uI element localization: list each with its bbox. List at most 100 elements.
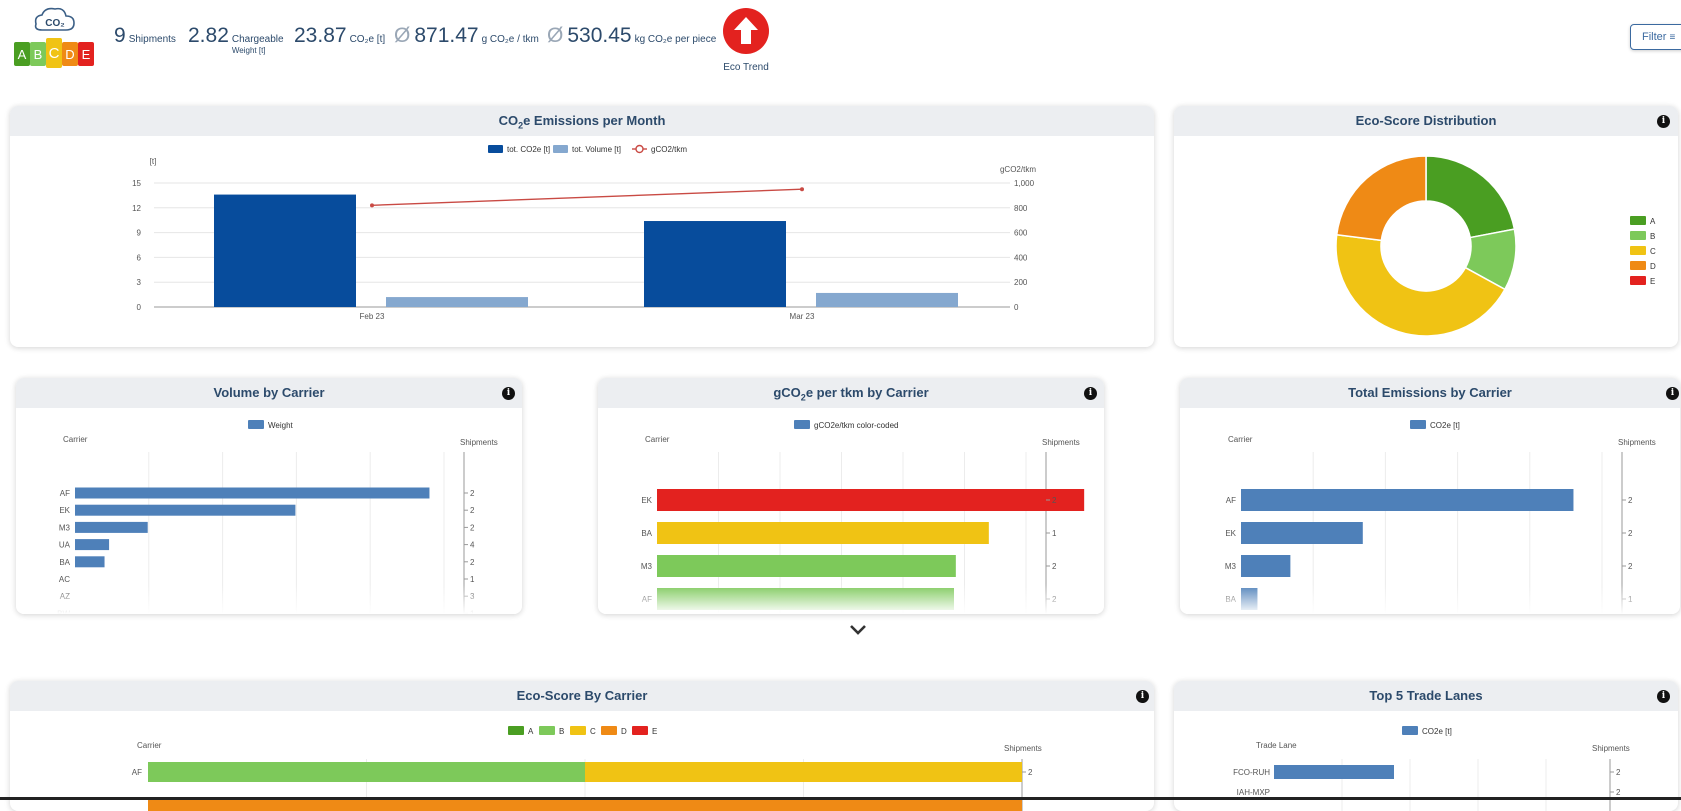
legend-swatch <box>1630 216 1646 225</box>
title-part: e per tkm by Carrier <box>805 385 929 400</box>
card-title: Eco-Score By Carrier <box>10 681 1154 711</box>
legend-label: CO2e [t] <box>1430 421 1460 430</box>
kpi-shipments: 9 Shipments <box>114 24 176 48</box>
y-tick-label: M3 <box>59 523 71 532</box>
legend-swatch <box>601 726 617 735</box>
title-part: e Emissions per Month <box>523 113 666 128</box>
legend-label: C <box>590 727 596 736</box>
bar-ek <box>75 504 296 516</box>
legend-swatch <box>1410 420 1426 429</box>
info-icon[interactable]: i <box>1657 115 1670 128</box>
bar-m3 <box>75 521 148 533</box>
chevron-down-icon[interactable] <box>848 620 868 640</box>
line-point <box>370 203 374 208</box>
shipments-count: 1 <box>470 575 475 584</box>
kpi-per-tkm-label: g CO₂e / tkm <box>481 34 539 45</box>
y-tick-label: M3 <box>1225 562 1237 571</box>
legend-label: D <box>621 727 627 736</box>
shipments-count: 2 <box>1052 562 1057 571</box>
kpi-chargeable-unit: Weight [t] <box>231 46 266 55</box>
legend-swatch <box>794 420 810 429</box>
shipments-count: 2 <box>1052 496 1057 505</box>
card-volume-by-carrier: Volume by Carrier i Weight Carrier Shipmen… <box>16 378 522 614</box>
kpi-header: CO₂ ABCDE 9 Shipments 2.82 Chargeable We… <box>0 0 1681 90</box>
info-icon[interactable]: i <box>1657 690 1670 703</box>
bar-volume <box>816 292 958 307</box>
logo-co2-text: CO₂ <box>45 18 64 29</box>
shipments-count: 2 <box>470 506 475 515</box>
bar-segment-c <box>585 762 1022 782</box>
legend-label: tot. CO2e [t] <box>507 145 550 154</box>
filter-button-label: Filter <box>1642 31 1667 43</box>
y-tick-label: BA <box>641 529 652 538</box>
y-tick-label: 0 <box>137 303 142 312</box>
y-tick-label: 9 <box>137 229 142 238</box>
legend-label: tot. Volume [t] <box>572 145 621 154</box>
info-icon[interactable]: i <box>1666 387 1679 400</box>
donut-slice-a <box>1425 155 1516 239</box>
card-title: Eco-Score Distribution <box>1174 106 1678 136</box>
legend-swatch <box>635 144 644 154</box>
bar-ua <box>75 539 110 551</box>
bar-m3 <box>657 555 956 577</box>
filter-icon: ≡ <box>1669 32 1676 43</box>
filter-button[interactable]: Filter ≡ <box>1630 24 1681 50</box>
legend-swatch <box>539 726 555 735</box>
y2-tick-label: 1,000 <box>1014 179 1035 188</box>
eco-score-donut-chart: ABCDE <box>1335 155 1656 337</box>
donut-slice-d <box>1335 155 1427 242</box>
card-eco-score-distribution: Eco-Score Distribution i ABCDE <box>1174 106 1678 347</box>
title-part: gCO <box>773 385 801 400</box>
info-icon[interactable]: i <box>1084 387 1097 400</box>
y-tick-label: AF <box>132 768 142 777</box>
average-icon: Ø <box>547 24 564 47</box>
card-title: gCO2e per tkm by Carrier <box>598 378 1104 408</box>
kpi-chargeable-value: 2.82 <box>188 24 229 47</box>
logo-grade-letter: D <box>65 47 74 62</box>
y2-axis-label: gCO2/tkm <box>1000 165 1036 174</box>
logo-grade-letter: C <box>49 45 60 62</box>
legend-label: E <box>652 727 657 736</box>
bar-fco-ruh <box>1274 765 1394 779</box>
y-tick-label: 15 <box>132 179 141 188</box>
card-emissions-per-month: CO2e Emissions per Month tot. CO2e [t] to… <box>10 106 1154 347</box>
info-icon[interactable]: i <box>1136 690 1149 703</box>
y2-axis-label: Shipments <box>1592 744 1630 753</box>
x-tick-label: Mar 23 <box>790 312 815 321</box>
y-tick-label: IAH-MXP <box>1237 788 1270 797</box>
legend-swatch <box>553 145 568 153</box>
eco-trend-label: Eco Trend <box>723 62 769 73</box>
shipments-count: 2 <box>470 523 475 532</box>
logo-grade-blocks: ABCDE <box>14 38 94 68</box>
info-icon[interactable]: i <box>502 387 515 400</box>
bar-af <box>1241 489 1574 511</box>
kpi-per-tkm: Ø 871.47 g CO₂e / tkm <box>394 24 539 48</box>
logo-grade-letter: B <box>34 47 43 62</box>
kpi-per-tkm-value: 871.47 <box>414 24 479 47</box>
legend-swatch <box>488 145 503 153</box>
y-axis-label: Carrier <box>63 435 88 444</box>
card-tkm-by-carrier: gCO2e per tkm by Carrier i gCO2e/tkm col… <box>598 378 1104 614</box>
bar-co2e <box>214 194 356 307</box>
card-title: Volume by Carrier <box>16 378 522 408</box>
legend-label: Weight <box>268 421 294 430</box>
shipments-count: 2 <box>1628 562 1633 571</box>
legend-swatch <box>508 726 524 735</box>
legend-swatch <box>1630 276 1646 285</box>
kpi-co2e-label: CO₂e [t] <box>349 34 386 45</box>
bar-ek <box>657 489 1085 511</box>
legend-label: E <box>1650 277 1655 286</box>
shipments-count: 1 <box>1052 529 1057 538</box>
bar-segment-b <box>148 762 585 782</box>
line-point <box>800 187 804 192</box>
legend-swatch <box>1630 231 1646 240</box>
y2-axis-label: Shipments <box>460 438 498 447</box>
arrow-up-icon <box>734 17 758 44</box>
legend-label: C <box>1650 247 1656 256</box>
scroll-fade <box>1180 584 1680 614</box>
legend-label: D <box>1650 262 1656 271</box>
legend-swatch <box>1630 246 1646 255</box>
y-axis-label: Trade Lane <box>1256 741 1297 750</box>
bar-m3 <box>1241 555 1291 577</box>
y-axis-label: Carrier <box>137 741 162 750</box>
